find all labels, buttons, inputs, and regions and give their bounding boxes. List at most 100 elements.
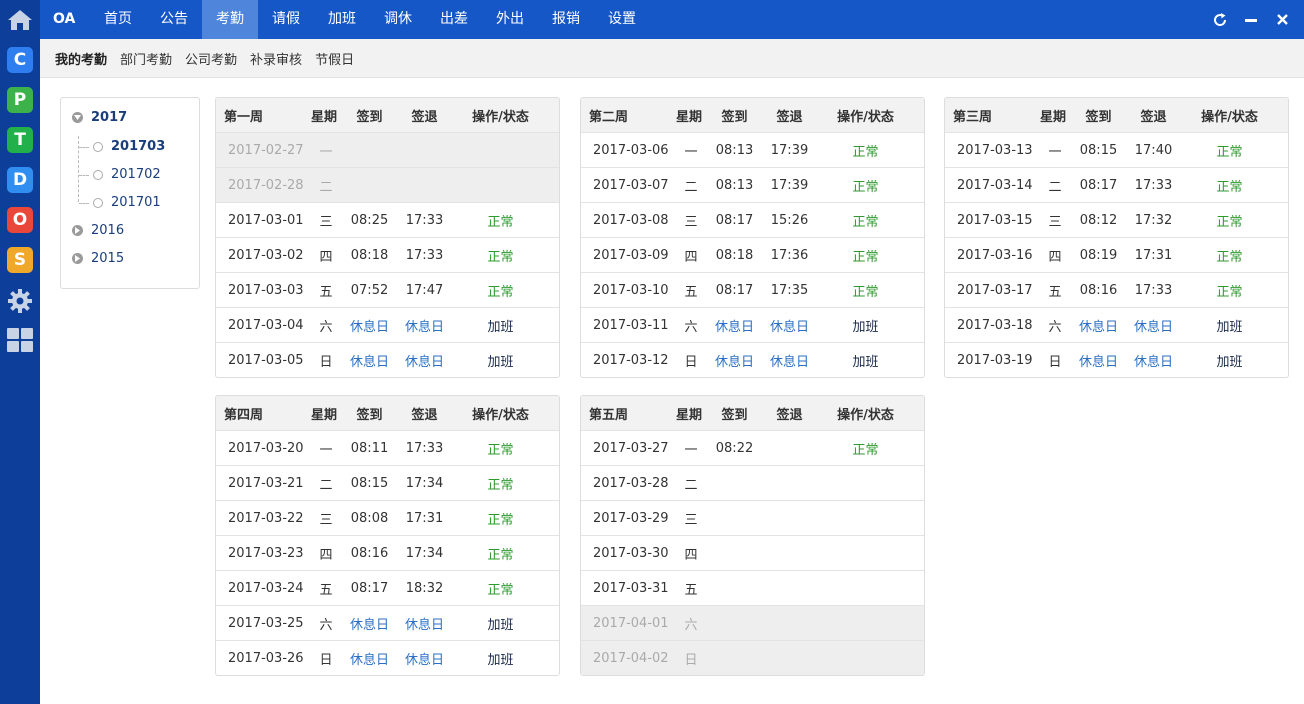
row-checkout: 17:35 bbox=[770, 282, 809, 298]
subnav-item-4[interactable]: 节假日 bbox=[315, 49, 354, 68]
subnav-item-0[interactable]: 我的考勤 bbox=[55, 49, 107, 68]
tree-month-201701[interactable]: 201701 bbox=[93, 195, 161, 210]
row-checkout: 17:33 bbox=[405, 212, 444, 228]
subnav-item-3[interactable]: 补录审核 bbox=[250, 49, 302, 68]
row-checkout[interactable]: 休息日 bbox=[1126, 351, 1181, 370]
tree-month-201703[interactable]: 201703 bbox=[93, 139, 165, 154]
col-header-checkin: 签到 bbox=[721, 109, 748, 125]
nav-item-2[interactable]: 考勤 bbox=[202, 0, 258, 39]
row-checkin[interactable]: 休息日 bbox=[342, 316, 397, 335]
row-status[interactable]: 加班 bbox=[452, 614, 559, 633]
row-weekday: 日 bbox=[319, 354, 333, 370]
window-controls bbox=[1212, 0, 1290, 39]
row-checkin: 08:25 bbox=[350, 212, 389, 228]
tree-year-2015[interactable]: 2015 bbox=[72, 251, 124, 266]
week-table-3: 第三周 星期 签到 签退 操作/状态 2017-03-13 一 08:15 17:40 正常 201… bbox=[944, 97, 1289, 378]
subnav-item-1[interactable]: 部门考勤 bbox=[120, 49, 172, 68]
row-checkout[interactable]: 休息日 bbox=[397, 649, 452, 668]
table-row: 2017-03-19 日休息日 休息日 加班 bbox=[945, 342, 1288, 377]
grid-apps-icon[interactable] bbox=[0, 325, 40, 355]
row-date: 2017-03-24 bbox=[228, 580, 304, 596]
minimize-icon[interactable] bbox=[1243, 12, 1259, 28]
row-weekday: 三 bbox=[684, 512, 698, 528]
row-weekday: 一 bbox=[319, 144, 333, 160]
nav-item-1[interactable]: 公告 bbox=[146, 0, 202, 39]
row-checkin[interactable]: 休息日 bbox=[707, 351, 762, 370]
row-checkout[interactable]: 休息日 bbox=[397, 316, 452, 335]
row-date: 2017-03-30 bbox=[593, 545, 669, 561]
row-status: 正常 bbox=[487, 249, 514, 265]
settings-gear-icon[interactable] bbox=[0, 286, 40, 316]
row-status: 正常 bbox=[487, 214, 514, 230]
row-checkout[interactable]: 休息日 bbox=[1126, 316, 1181, 335]
row-checkout: 17:31 bbox=[1134, 247, 1173, 263]
p-app-icon[interactable]: P bbox=[7, 87, 33, 113]
app-tile-letter: C bbox=[13, 50, 27, 70]
row-date: 2017-03-26 bbox=[228, 650, 304, 666]
row-weekday: 四 bbox=[684, 249, 698, 265]
row-checkin: 08:17 bbox=[350, 580, 389, 596]
tree-year-label: 2016 bbox=[91, 223, 125, 238]
nav-item-3[interactable]: 请假 bbox=[258, 0, 314, 39]
table-row: 2017-03-01 三 08:25 17:33 正常 bbox=[216, 202, 559, 237]
row-weekday: 日 bbox=[1048, 354, 1062, 370]
row-checkout[interactable]: 休息日 bbox=[762, 316, 817, 335]
table-row: 2017-03-21 二 08:15 17:34 正常 bbox=[216, 465, 559, 500]
nav-item-6[interactable]: 出差 bbox=[426, 0, 482, 39]
row-date: 2017-03-16 bbox=[957, 247, 1033, 263]
row-checkout[interactable]: 休息日 bbox=[397, 614, 452, 633]
row-status: 正常 bbox=[852, 179, 879, 195]
row-checkin[interactable]: 休息日 bbox=[1071, 316, 1126, 335]
nav-item-8[interactable]: 报销 bbox=[538, 0, 594, 39]
row-status[interactable]: 加班 bbox=[452, 649, 559, 668]
nav-item-0[interactable]: 首页 bbox=[90, 0, 146, 39]
nav-item-7[interactable]: 外出 bbox=[482, 0, 538, 39]
table-row: 2017-03-30 四 bbox=[581, 535, 924, 570]
table-row: 2017-03-09 四 08:18 17:36 正常 bbox=[581, 237, 924, 272]
row-status[interactable]: 加班 bbox=[1181, 316, 1288, 335]
row-status[interactable]: 加班 bbox=[1181, 351, 1288, 370]
table-row: 2017-03-14 二 08:17 17:33 正常 bbox=[945, 167, 1288, 202]
t-app-icon[interactable]: T bbox=[7, 127, 33, 153]
row-status[interactable]: 加班 bbox=[452, 316, 559, 335]
home-icon[interactable] bbox=[0, 0, 40, 40]
app-tile-letter: D bbox=[12, 170, 28, 190]
row-weekday: 六 bbox=[319, 617, 333, 633]
tree-year-2016[interactable]: 2016 bbox=[72, 223, 124, 238]
nav-item-4[interactable]: 加班 bbox=[314, 0, 370, 39]
table-row: 2017-03-07 二 08:13 17:39 正常 bbox=[581, 167, 924, 202]
close-icon[interactable] bbox=[1274, 12, 1290, 28]
row-checkin[interactable]: 休息日 bbox=[342, 351, 397, 370]
o-app-icon[interactable]: O bbox=[7, 207, 33, 233]
row-weekday: 六 bbox=[684, 319, 698, 335]
app-brand[interactable]: OA bbox=[53, 0, 75, 39]
row-checkin[interactable]: 休息日 bbox=[707, 316, 762, 335]
row-status[interactable]: 加班 bbox=[817, 316, 924, 335]
row-checkout[interactable]: 休息日 bbox=[397, 351, 452, 370]
s-app-icon[interactable]: S bbox=[7, 247, 33, 273]
refresh-icon[interactable] bbox=[1212, 12, 1228, 28]
app-tile-letter: T bbox=[14, 130, 26, 150]
table-row: 2017-03-26 日休息日 休息日 加班 bbox=[216, 640, 559, 675]
col-header-status: 操作/状态 bbox=[837, 109, 894, 125]
row-status: 正常 bbox=[852, 144, 879, 160]
row-checkout[interactable]: 休息日 bbox=[762, 351, 817, 370]
nav-item-9[interactable]: 设置 bbox=[594, 0, 650, 39]
row-checkin[interactable]: 休息日 bbox=[342, 614, 397, 633]
row-date: 2017-04-01 bbox=[593, 615, 669, 631]
tree-year-2017[interactable]: 2017 bbox=[72, 110, 127, 125]
row-checkin[interactable]: 休息日 bbox=[342, 649, 397, 668]
row-checkin[interactable]: 休息日 bbox=[1071, 351, 1126, 370]
row-date: 2017-03-19 bbox=[957, 352, 1033, 368]
week-table-header: 第五周 星期 签到 签退 操作/状态 bbox=[581, 396, 924, 430]
row-weekday: 一 bbox=[684, 144, 698, 160]
c-app-icon[interactable]: C bbox=[7, 47, 33, 73]
row-status[interactable]: 加班 bbox=[817, 351, 924, 370]
tree-month-201702[interactable]: 201702 bbox=[93, 167, 161, 182]
row-checkin: 08:18 bbox=[715, 247, 754, 263]
table-row: 2017-03-18 六休息日 休息日 加班 bbox=[945, 307, 1288, 342]
d-app-icon[interactable]: D bbox=[7, 167, 33, 193]
row-status[interactable]: 加班 bbox=[452, 351, 559, 370]
subnav-item-2[interactable]: 公司考勤 bbox=[185, 49, 237, 68]
nav-item-5[interactable]: 调休 bbox=[370, 0, 426, 39]
